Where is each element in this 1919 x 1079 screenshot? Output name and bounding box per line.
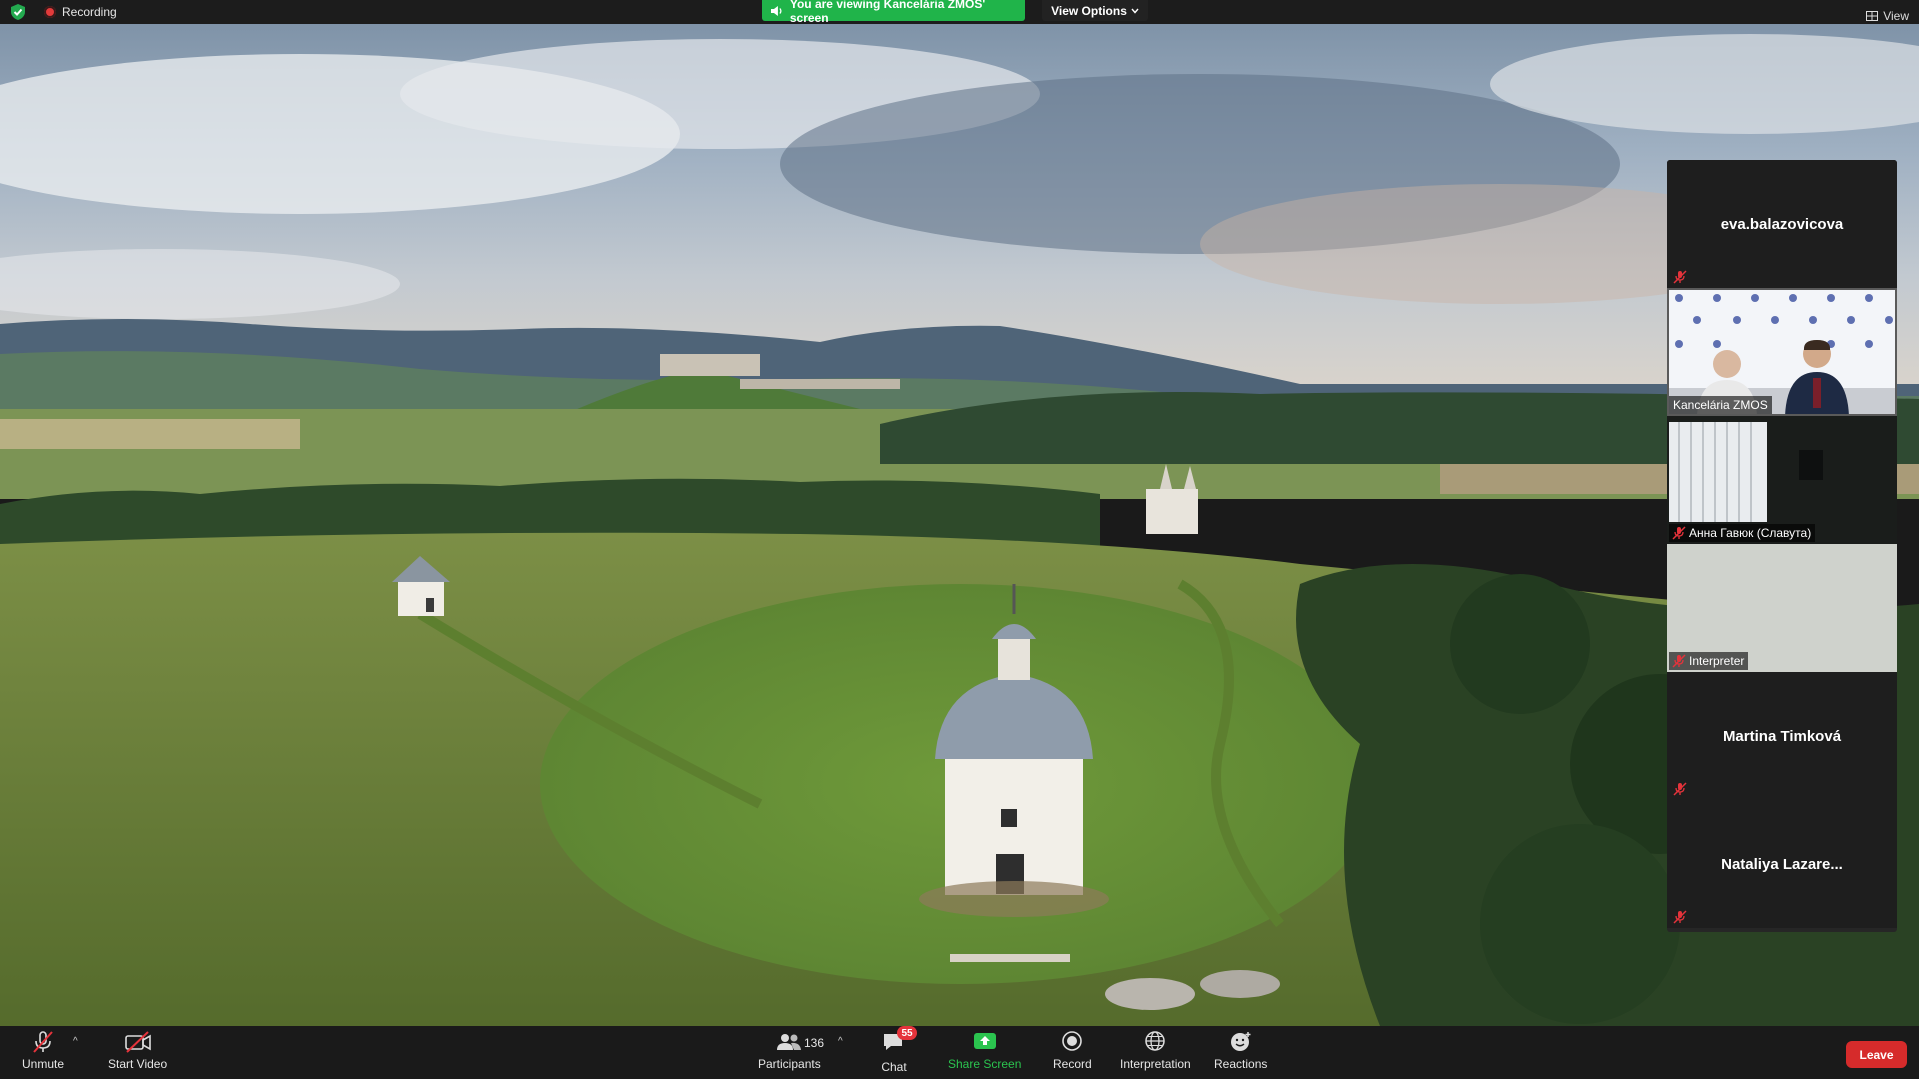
participant-tile[interactable]: Анна Гавюк (Славута) [1667, 416, 1897, 544]
meeting-top-bar: Recording You are viewing Kancelária ZMO… [0, 0, 1919, 25]
mic-muted-icon [1673, 782, 1687, 796]
start-video-label: Start Video [108, 1057, 168, 1071]
chat-unread-badge: 55 [897, 1026, 917, 1040]
video-off-icon [124, 1031, 151, 1053]
view-options-button[interactable]: View Options [1042, 0, 1148, 21]
participants-count: 136 [804, 1036, 825, 1050]
participants-video-panel: eva.balazovicova Kancelária ZMOS Анна Га… [1667, 160, 1897, 932]
participant-name: Kancelária ZMOS [1673, 398, 1768, 412]
mic-muted-icon [1672, 526, 1686, 540]
viewing-screen-banner: You are viewing Kancelária ZMOS' screen [762, 0, 1025, 25]
recording-label: Recording [62, 5, 117, 19]
recording-dot-icon [44, 6, 56, 18]
record-icon [1062, 1031, 1083, 1051]
participants-icon [777, 1034, 802, 1050]
mic-muted-icon [33, 1031, 53, 1053]
recording-indicator[interactable]: Recording [44, 5, 117, 19]
chat-button[interactable]: 55 Chat [881, 1026, 917, 1074]
participant-name: eva.balazovicova [1720, 215, 1844, 233]
participant-label: Interpreter [1669, 652, 1749, 670]
security-shield-icon[interactable] [9, 3, 27, 21]
record-button[interactable]: Record [1053, 1030, 1092, 1071]
reactions-label: Reactions [1214, 1057, 1268, 1071]
share-screen-label: Share Screen [948, 1057, 1022, 1071]
participants-label: Participants [758, 1057, 821, 1071]
participant-label: Анна Гавюк (Славута) [1669, 524, 1816, 542]
leave-button[interactable]: Leave [1846, 1041, 1907, 1068]
interpretation-button[interactable]: Interpretation [1120, 1030, 1191, 1071]
audio-options-caret-icon[interactable]: ^ [73, 1036, 78, 1047]
participant-tile[interactable]: Nataliya Lazare... [1667, 800, 1897, 928]
interpretation-label: Interpretation [1120, 1057, 1191, 1071]
share-screen-button[interactable]: Share Screen [948, 1030, 1021, 1071]
globe-icon [1145, 1031, 1166, 1051]
participant-label: Kancelária ZMOS [1669, 396, 1772, 414]
viewing-banner-text: You are viewing Kancelária ZMOS' screen [789, 0, 986, 25]
meeting-toolbar: Unmute ^ Start Video Participants 136 ^ … [0, 1026, 1919, 1079]
record-label: Record [1053, 1057, 1092, 1071]
chat-label: Chat [881, 1060, 907, 1074]
chevron-down-icon [1131, 8, 1139, 14]
participant-tile[interactable]: Martina Timková [1667, 672, 1897, 800]
landscape-image [0, 24, 1919, 1026]
participant-tile[interactable]: eva.balazovicova [1667, 160, 1897, 288]
smiley-add-icon [1230, 1032, 1251, 1051]
mic-muted-icon [1673, 270, 1687, 284]
mic-muted-icon [1673, 910, 1687, 924]
reactions-button[interactable]: Reactions [1214, 1030, 1267, 1071]
mic-muted-icon [1672, 654, 1686, 668]
start-video-button[interactable]: Start Video [108, 1030, 167, 1071]
participants-caret-icon[interactable]: ^ [838, 1036, 843, 1047]
view-options-label: View Options [1051, 3, 1127, 18]
speaker-icon [770, 5, 782, 16]
participant-name: Nataliya Lazare... [1721, 855, 1843, 873]
grid-layout-icon [1866, 11, 1879, 21]
shared-screen: eva.balazovicova Kancelária ZMOS Анна Га… [0, 24, 1919, 1026]
participant-name: Martina Timková [1722, 727, 1842, 745]
participant-name: Анна Гавюк (Славута) [1689, 526, 1812, 540]
participant-tile[interactable]: Interpreter [1667, 544, 1897, 672]
view-layout-button[interactable]: View [1866, 9, 1909, 23]
unmute-button[interactable]: Unmute [22, 1030, 64, 1071]
unmute-label: Unmute [22, 1057, 65, 1071]
participant-tile[interactable]: Kancelária ZMOS [1667, 288, 1897, 416]
view-label: View [1883, 9, 1909, 23]
share-screen-icon [973, 1033, 996, 1049]
participant-name: Interpreter [1689, 654, 1745, 668]
